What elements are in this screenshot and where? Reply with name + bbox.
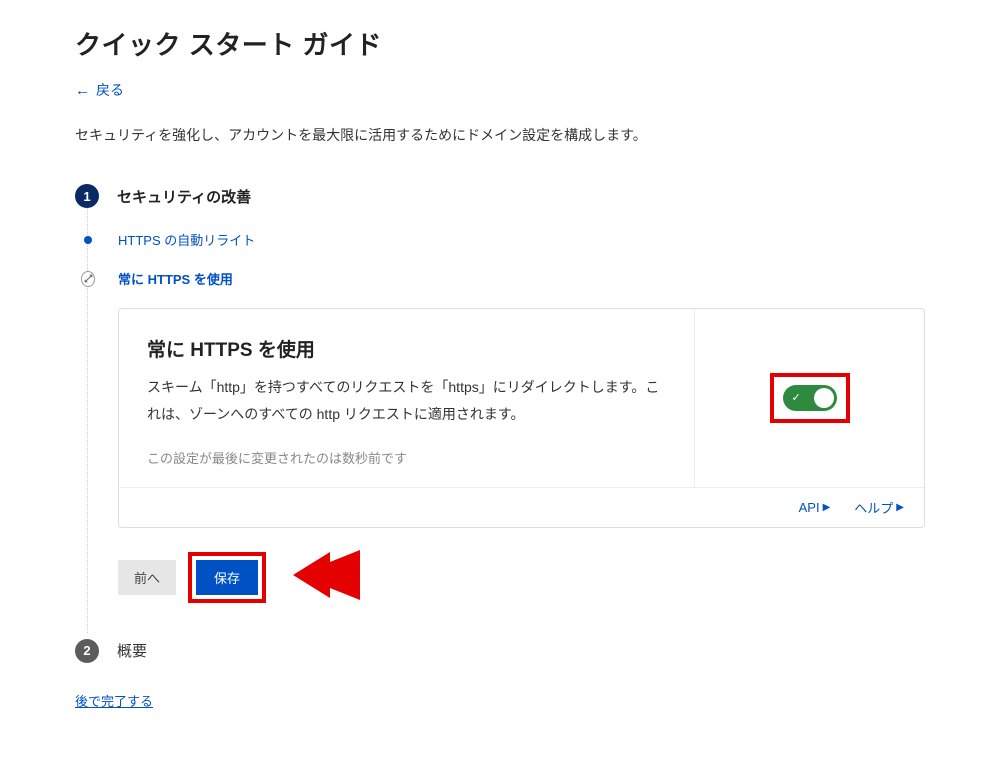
finish-later-link[interactable]: 後で完了する <box>75 691 153 710</box>
substep-active-icon <box>81 272 95 286</box>
arrow-left-icon: ← <box>75 82 90 99</box>
api-link[interactable]: API ▶ <box>799 498 831 517</box>
substep-dot-icon <box>81 233 95 247</box>
step-2-title: 概要 <box>117 640 147 661</box>
step-1-title: セキュリティの改善 <box>117 186 251 207</box>
substep-always-https[interactable]: 常に HTTPS を使用 <box>118 269 925 288</box>
back-label: 戻る <box>96 80 124 100</box>
step-2-badge: 2 <box>75 639 99 663</box>
check-icon: ✓ <box>792 391 801 404</box>
substep-label-always: 常に HTTPS を使用 <box>118 269 233 288</box>
save-button[interactable]: 保存 <box>196 560 258 595</box>
card-description: スキーム「http」を持つすべてのリクエストを「https」にリダイレクトします… <box>147 374 666 427</box>
help-label: ヘルプ <box>854 498 893 517</box>
step-1-badge: 1 <box>75 184 99 208</box>
step-1-header: 1 セキュリティの改善 <box>75 184 925 208</box>
card-meta: この設定が最後に変更されたのは数秒前です <box>147 448 666 467</box>
toggle-knob <box>814 388 834 408</box>
save-highlight-annotation: 保存 <box>188 552 266 603</box>
substep-https-rewrite[interactable]: HTTPS の自動リライト <box>118 230 925 249</box>
settings-card: 常に HTTPS を使用 スキーム「http」を持つすべてのリクエストを「htt… <box>118 308 925 527</box>
caret-right-icon: ▶ <box>896 502 904 513</box>
page-title: クイック スタート ガイド <box>75 25 925 62</box>
arrow-annotation-icon <box>288 540 368 610</box>
always-https-toggle[interactable]: ✓ <box>783 385 837 411</box>
substep-label-rewrite: HTTPS の自動リライト <box>118 230 255 249</box>
card-title: 常に HTTPS を使用 <box>147 335 666 362</box>
step-2-header[interactable]: 2 概要 <box>75 639 925 663</box>
page-intro: セキュリティを強化し、アカウントを最大限に活用するためにドメイン設定を構成します… <box>75 124 925 146</box>
help-link[interactable]: ヘルプ ▶ <box>854 498 904 517</box>
api-label: API <box>799 500 820 515</box>
prev-button[interactable]: 前へ <box>118 560 176 595</box>
back-link[interactable]: ← 戻る <box>75 80 124 100</box>
caret-right-icon: ▶ <box>823 502 831 513</box>
toggle-highlight-annotation: ✓ <box>770 373 850 423</box>
